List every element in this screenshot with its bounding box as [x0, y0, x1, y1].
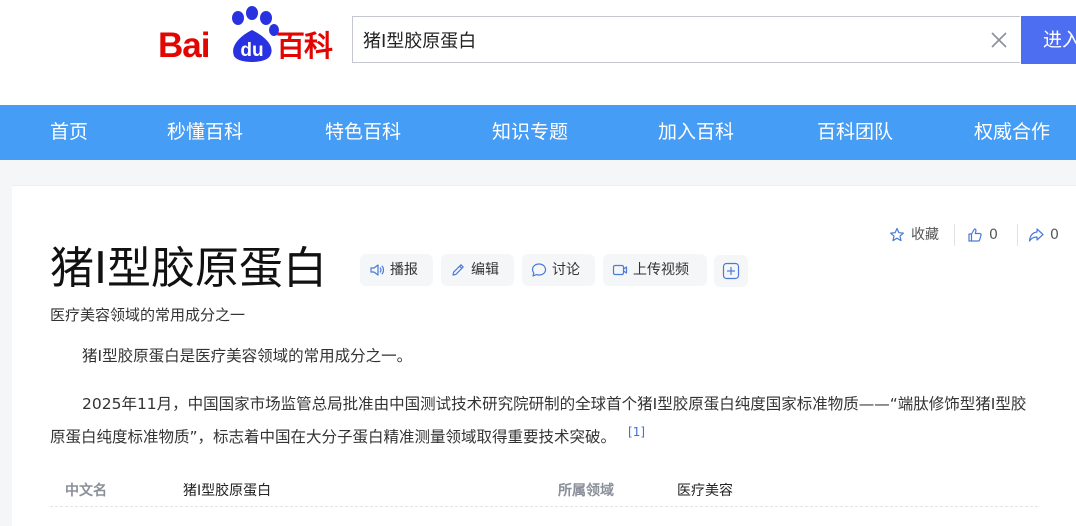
paw-logo-icon: du: [232, 6, 279, 62]
broadcast-label: 播报: [390, 262, 418, 278]
speaker-icon: [370, 264, 385, 276]
entry-card: 收藏 0 0 猪Ⅰ型胶原蛋白 播报 编辑 讨论 上传视频 医疗美容领域的常用成分…: [12, 185, 1076, 526]
nav-item-join[interactable]: 加入百科: [658, 105, 734, 160]
search-box: [352, 16, 1020, 63]
plus-square-icon: [722, 262, 740, 280]
share-count: 0: [1050, 227, 1059, 243]
nav-item-topics[interactable]: 知识专题: [492, 105, 568, 160]
discuss-label: 讨论: [552, 262, 580, 278]
divider: [1017, 224, 1018, 246]
baidu-baike-logo[interactable]: Bai du 百科: [158, 6, 338, 66]
nav-item-featured[interactable]: 特色百科: [325, 105, 401, 160]
close-icon[interactable]: [988, 29, 1010, 51]
chat-bubble-icon: [531, 263, 547, 277]
thumbs-up-icon: [968, 228, 982, 242]
pencil-icon: [452, 264, 464, 276]
broadcast-button[interactable]: 播报: [360, 254, 433, 286]
paragraph-text: 2025年11月，中国国家市场监管总局批准由中国测试技术研究院研制的全球首个猪Ⅰ…: [50, 395, 1027, 447]
search-input[interactable]: [363, 26, 963, 54]
upload-video-label: 上传视频: [633, 262, 689, 278]
nav-item-team[interactable]: 百科团队: [817, 105, 893, 160]
reference-link[interactable]: [1]: [628, 425, 645, 439]
like-button[interactable]: 0: [967, 224, 1007, 246]
logo-text-du: du: [240, 40, 263, 61]
info-value: 医疗美容: [677, 483, 733, 499]
top-bar: Bai du 百科 进入: [0, 0, 1076, 105]
logo-text-bai: Bai: [158, 26, 210, 65]
star-icon: [890, 227, 904, 242]
video-camera-icon: [612, 264, 628, 276]
basic-info-box: 中文名 猪Ⅰ型胶原蛋白 所属领域 医疗美容: [50, 472, 1038, 507]
info-key: 中文名: [65, 483, 107, 499]
info-value: 猪Ⅰ型胶原蛋白: [183, 483, 272, 499]
page-title: 猪Ⅰ型胶原蛋白: [50, 243, 327, 294]
enter-button[interactable]: 进入: [1021, 16, 1076, 64]
info-key: 所属领域: [558, 483, 614, 499]
nav-item-home[interactable]: 首页: [50, 105, 88, 160]
upload-video-button[interactable]: 上传视频: [603, 254, 707, 286]
summary-paragraph: 2025年11月，中国国家市场监管总局批准由中国测试技术研究院研制的全球首个猪Ⅰ…: [50, 390, 1040, 451]
collect-button[interactable]: 收藏: [889, 224, 949, 246]
nav-item-miaodong[interactable]: 秒懂百科: [167, 105, 243, 160]
paragraph-text: 猪Ⅰ型胶原蛋白是医疗美容领域的常用成分之一。: [82, 347, 413, 365]
share-button[interactable]: 0: [1028, 224, 1068, 246]
discuss-button[interactable]: 讨论: [522, 254, 595, 286]
nav-item-cooperation[interactable]: 权威合作: [974, 105, 1050, 160]
share-icon: [1028, 228, 1044, 242]
edit-button[interactable]: 编辑: [441, 254, 514, 286]
divider: [954, 224, 955, 246]
summary-paragraph: 猪Ⅰ型胶原蛋白是医疗美容领域的常用成分之一。: [50, 342, 1040, 370]
entry-subtitle: 医疗美容领域的常用成分之一: [50, 306, 246, 324]
main-nav: 首页 秒懂百科 特色百科 知识专题 加入百科 百科团队 权威合作: [0, 105, 1076, 160]
like-count: 0: [989, 227, 998, 243]
logo-text-baike: 百科: [276, 29, 333, 63]
collect-label: 收藏: [911, 227, 939, 243]
edit-label: 编辑: [471, 262, 499, 278]
add-button[interactable]: [714, 255, 748, 287]
